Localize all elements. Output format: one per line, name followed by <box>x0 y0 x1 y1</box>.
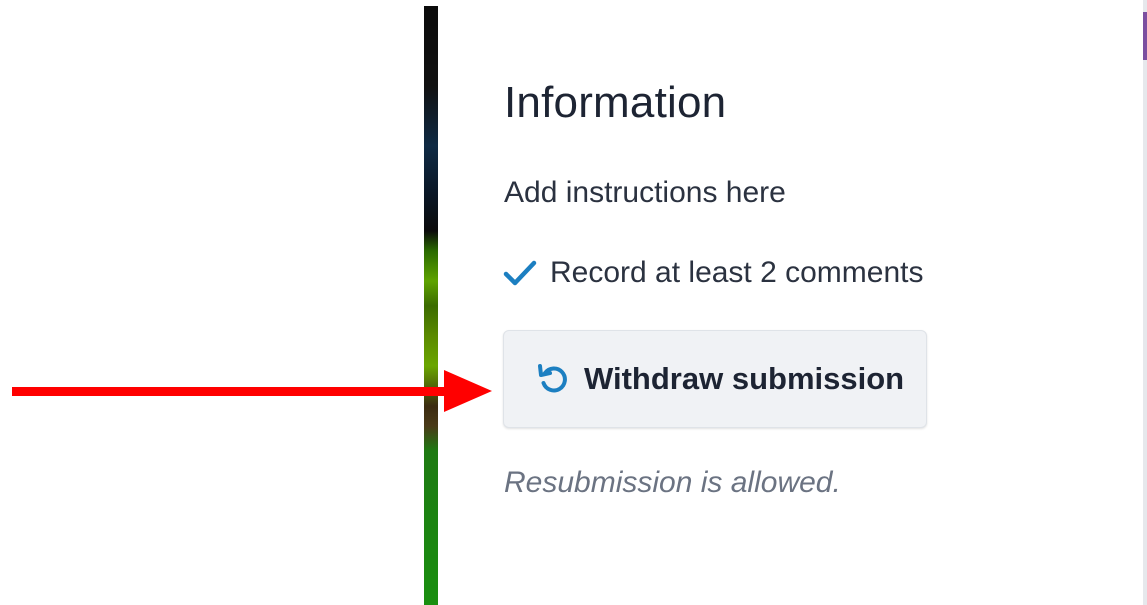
check-icon <box>502 258 538 288</box>
withdraw-submission-label: Withdraw submission <box>584 361 905 396</box>
screen: Information Add instructions here Record… <box>0 0 1147 605</box>
video-preview-strip <box>424 6 438 605</box>
adjacent-panel-accent <box>1143 12 1147 60</box>
adjacent-panel-edge <box>1143 0 1147 605</box>
withdraw-submission-button[interactable]: Withdraw submission <box>503 330 927 428</box>
instructions-text: Add instructions here <box>504 176 786 209</box>
red-arrow-icon <box>12 370 492 412</box>
resubmission-note: Resubmission is allowed. <box>504 466 841 499</box>
requirement-label: Record at least 2 comments <box>550 256 924 289</box>
panel-title: Information <box>504 78 727 127</box>
information-panel: Information Add instructions here Record… <box>438 6 1143 605</box>
undo-icon <box>536 362 570 396</box>
requirement-item: Record at least 2 comments <box>502 256 924 290</box>
